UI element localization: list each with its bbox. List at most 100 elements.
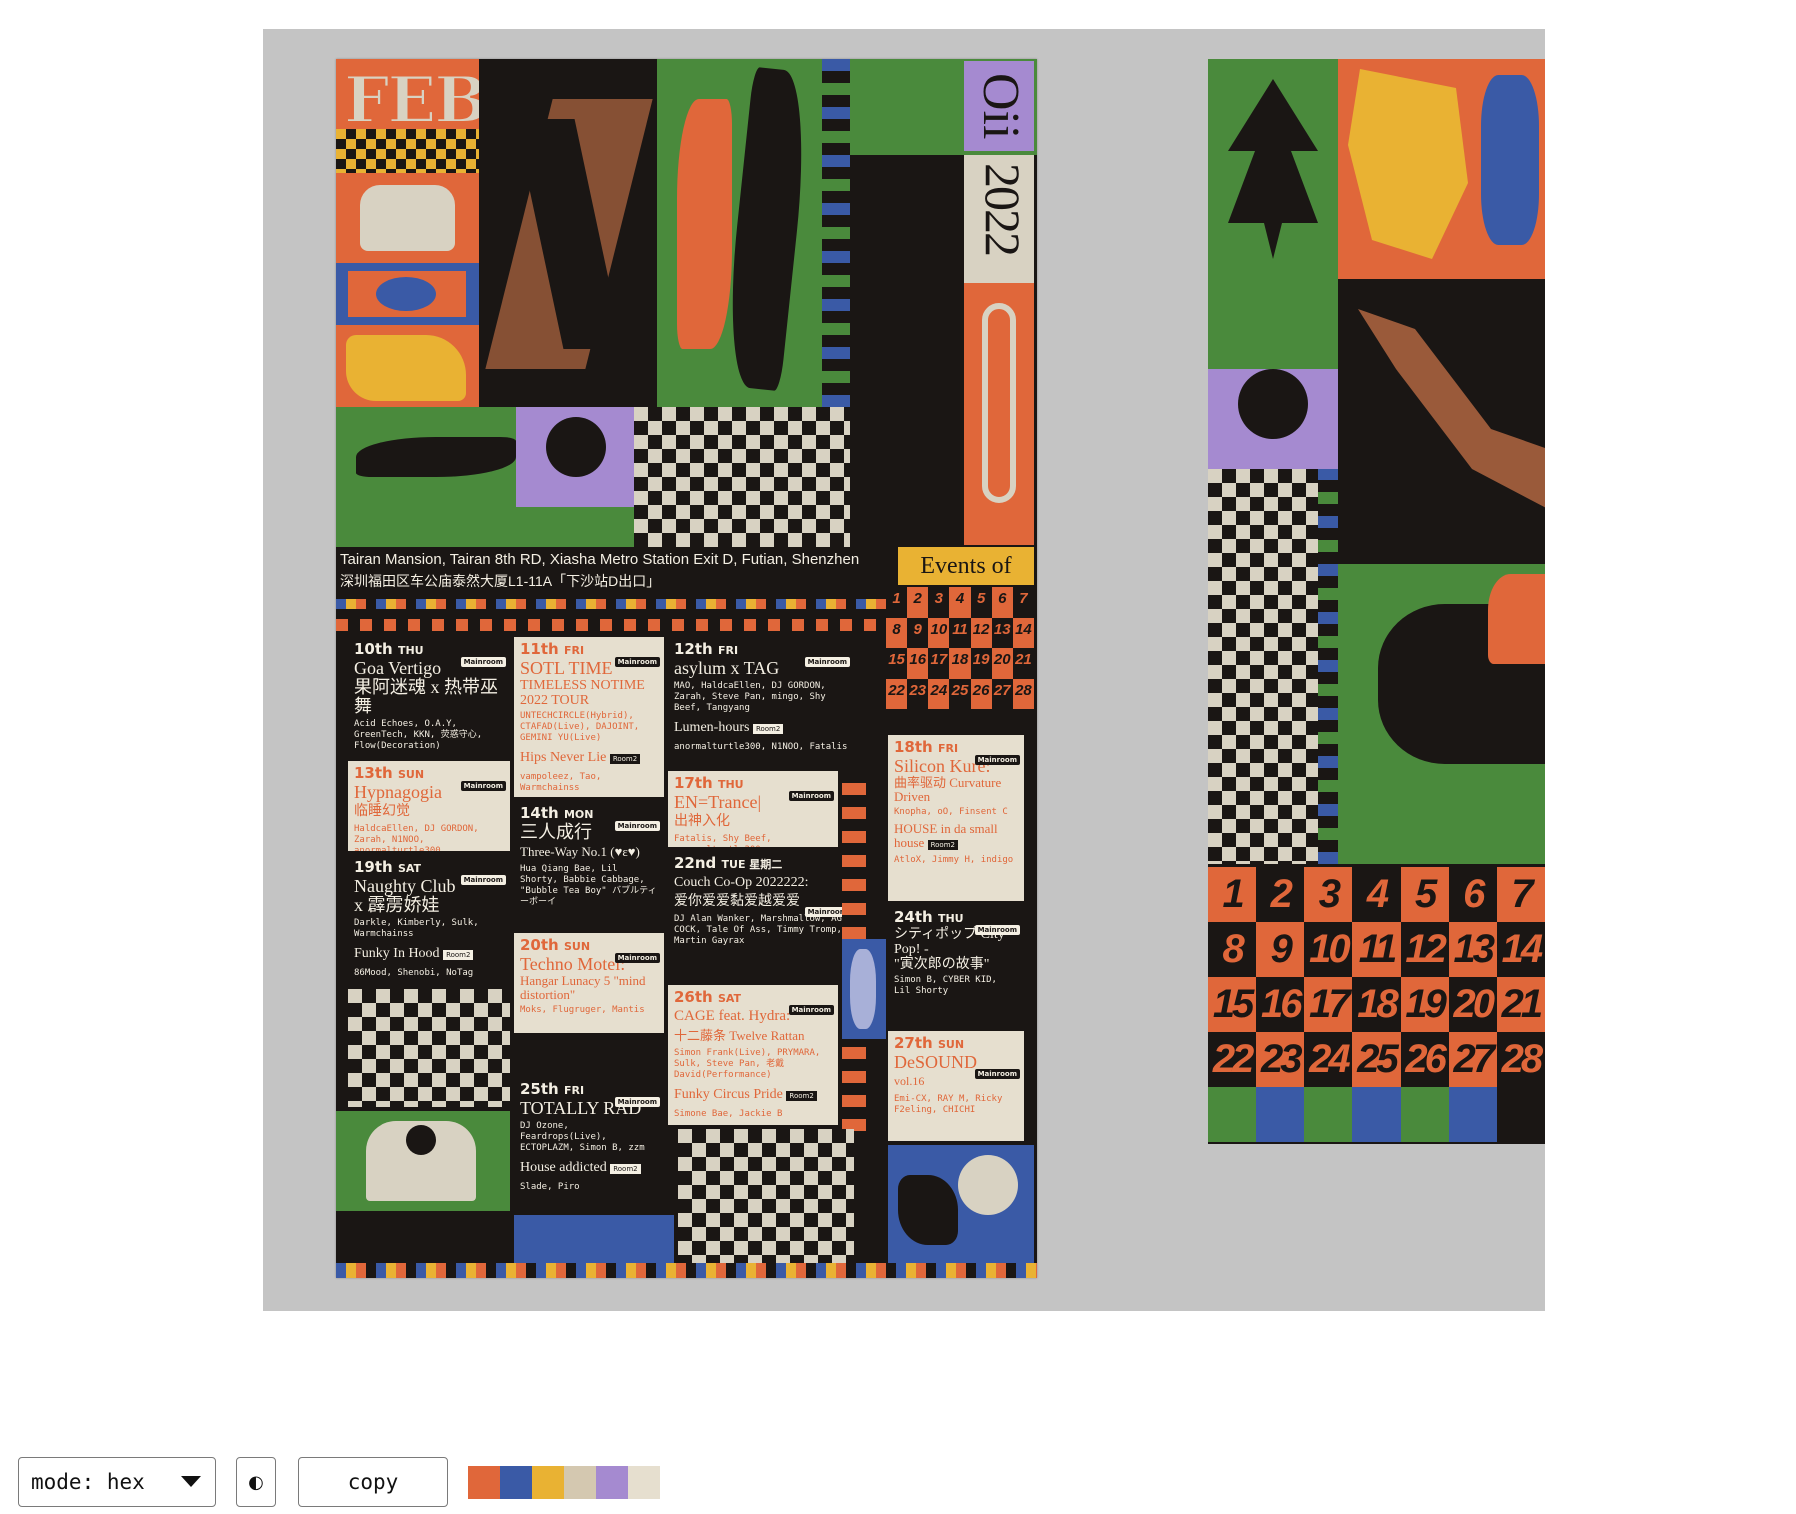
calendar-day: 6 bbox=[998, 590, 1007, 607]
vertical-stripe bbox=[822, 59, 850, 407]
calendar-day: 24 bbox=[1304, 1032, 1353, 1087]
event-poster-main[interactable]: FEB. Oii 2022 bbox=[336, 59, 1037, 1278]
calendar-day: 14 bbox=[1015, 620, 1032, 638]
event-card-13th[interactable]: 13th SUN Mainroom Hypnagogia 临睡幻觉 Haldca… bbox=[348, 761, 510, 851]
event-card-27th[interactable]: 27th SUN Mainroom DeSOUND vol.16 Emi-CX,… bbox=[888, 1031, 1024, 1141]
calendar-day: 23 bbox=[907, 678, 929, 709]
calendar-day: 25 bbox=[1352, 1032, 1401, 1087]
calendar-day: 26 bbox=[972, 681, 990, 699]
calendar-day: 21 bbox=[1496, 977, 1545, 1032]
event-card-22nd[interactable]: 22nd TUE 星期二 Mainroom Couch Co-Op 202222… bbox=[668, 851, 854, 981]
brand-badge: Oii bbox=[964, 61, 1034, 151]
event-poster-detail[interactable]: 1 2 3 4 5 6 7 8 9 10 11 12 13 14 15 16 17 18 19 20 21 22 23 24 2… bbox=[1208, 59, 1545, 1144]
calendar-filler bbox=[1352, 1087, 1401, 1142]
large-calendar: 1 2 3 4 5 6 7 8 9 10 11 12 13 14 15 16 17 18 19 20 21 22 23 24 2… bbox=[1208, 867, 1545, 1144]
calendar-day: 26 bbox=[1400, 1032, 1449, 1087]
calendar-day: 21 bbox=[1012, 648, 1034, 679]
palette-swatch[interactable] bbox=[500, 1465, 532, 1499]
chevron-down-icon bbox=[181, 1476, 201, 1487]
calendar-day: 2 bbox=[913, 590, 922, 607]
calendar-day: 4 bbox=[1352, 867, 1401, 922]
venue-address: Tairan Mansion, Tairan 8th RD, Xiasha Me… bbox=[340, 551, 900, 599]
copy-button[interactable]: copy bbox=[298, 1457, 448, 1507]
mode-select-label: mode: hex bbox=[31, 1470, 145, 1494]
calendar-day: 25 bbox=[949, 678, 971, 709]
calendar-day: 3 bbox=[1304, 867, 1353, 922]
events-title: Events of Feb. bbox=[898, 547, 1034, 617]
contrast-icon: ◐ bbox=[248, 1471, 264, 1493]
flower-graphic bbox=[336, 263, 479, 325]
calendar-day: 11 bbox=[1352, 922, 1401, 977]
calendar-day: 6 bbox=[1448, 867, 1497, 922]
calendar-day: 20 bbox=[1448, 977, 1497, 1032]
pixel-x-graphic bbox=[479, 59, 657, 407]
event-card-19th[interactable]: 19th SAT Mainroom Naughty Club x 霹雳娇娃 Da… bbox=[348, 855, 510, 985]
calendar-day: 5 bbox=[970, 587, 992, 618]
calendar-day: 28 bbox=[1015, 681, 1032, 699]
checker-block-3 bbox=[678, 1129, 854, 1263]
green-leaf-graphic bbox=[657, 59, 822, 407]
yellow-shape bbox=[336, 325, 479, 407]
calendar-day: 23 bbox=[1256, 1032, 1305, 1087]
calendar-filler bbox=[1400, 1087, 1449, 1142]
calendar-day: 1 bbox=[1208, 867, 1257, 922]
event-card-20th[interactable]: 20th SUN Mainroom Techno Motel: Hangar L… bbox=[514, 933, 664, 1033]
event-card-14th[interactable]: 14th MON Mainroom 三人成行 Three-Way No.1 (♥… bbox=[514, 801, 664, 929]
green-leaf-graphic-2 bbox=[1208, 59, 1338, 279]
calendar-filler bbox=[1448, 1087, 1497, 1142]
event-card-26th[interactable]: 26th SAT Mainroom CAGE feat. Hydra: 十二藤条… bbox=[668, 985, 838, 1125]
calendar-day: 8 bbox=[1208, 922, 1257, 977]
palette-swatch[interactable] bbox=[596, 1465, 628, 1499]
calendar-filler bbox=[1304, 1087, 1353, 1142]
address-en: Tairan Mansion, Tairan 8th RD, Xiasha Me… bbox=[340, 551, 860, 568]
calendar-day: 27 bbox=[991, 678, 1013, 709]
calendar-day: 20 bbox=[993, 651, 1011, 668]
calendar-day: 22 bbox=[888, 681, 905, 699]
event-card-11th[interactable]: 11th FRI Mainroom SOTL TIME TIMELESS NOT… bbox=[514, 637, 664, 797]
color-toolbar: mode: hex ◐ copy bbox=[18, 1457, 660, 1507]
vase-graphic-2 bbox=[336, 1111, 510, 1211]
blue-flower-shape bbox=[1475, 59, 1545, 279]
contrast-toggle-button[interactable]: ◐ bbox=[236, 1457, 276, 1507]
checker-column bbox=[1208, 469, 1318, 864]
calendar-day: 19 bbox=[970, 648, 992, 679]
dark-column bbox=[850, 155, 964, 545]
calendar-filler bbox=[1208, 1087, 1257, 1142]
preview-canvas: FEB. Oii 2022 bbox=[263, 29, 1545, 1311]
bottom-strip bbox=[336, 1263, 1037, 1278]
calendar-day: 22 bbox=[1208, 1032, 1257, 1087]
event-card-24th[interactable]: 24th THU Mainroom シティポップ City Pop! - "寅次… bbox=[888, 905, 1024, 1023]
month-title: FEB. bbox=[343, 62, 479, 129]
event-card-18th[interactable]: 18th FRI Mainroom Silicon Kure: 曲率驱动 Cur… bbox=[888, 735, 1024, 901]
palette-swatch[interactable] bbox=[628, 1465, 660, 1499]
mode-select[interactable]: mode: hex bbox=[18, 1457, 216, 1507]
palette-swatches bbox=[468, 1465, 660, 1499]
color-strip-2 bbox=[336, 619, 886, 631]
color-strip bbox=[336, 599, 886, 609]
event-card-17th[interactable]: 17th THU Mainroom EN=Trance| 出神入化 Fatali… bbox=[668, 771, 838, 847]
calendar-day: 12 bbox=[1400, 922, 1449, 977]
event-card-12th[interactable]: 12th FRI Mainroom asylum x TAG MAO, Hald… bbox=[668, 637, 854, 767]
palette-swatch[interactable] bbox=[564, 1465, 596, 1499]
calendar-day: 28 bbox=[1496, 1032, 1545, 1087]
address-cn: 深圳福田区车公庙泰然大厦L1-11A「下沙站D出口」 bbox=[340, 573, 661, 589]
calendar-day: 14 bbox=[1496, 922, 1545, 977]
calendar-day: 4 bbox=[955, 590, 965, 607]
palette-swatch[interactable] bbox=[532, 1465, 564, 1499]
calendar-day: 7 bbox=[1012, 587, 1034, 618]
calendar-day: 11 bbox=[949, 617, 971, 648]
palette-swatch[interactable] bbox=[468, 1465, 500, 1499]
year-text: 2022 bbox=[975, 163, 1031, 255]
blue-shape bbox=[842, 939, 886, 1039]
calendar-day: 2 bbox=[1256, 867, 1305, 922]
checker-block-2 bbox=[348, 989, 510, 1107]
green-leaf-row bbox=[336, 407, 634, 547]
calendar-filler bbox=[1256, 1087, 1305, 1142]
calendar-day: 16 bbox=[909, 651, 927, 668]
calendar-day: 8 bbox=[892, 620, 901, 638]
calendar-day: 10 bbox=[930, 620, 948, 638]
event-card-25th[interactable]: 25th FRI Mainroom TOTALLY RAD DJ Ozone, … bbox=[514, 1077, 664, 1213]
calendar-day: 13 bbox=[991, 617, 1013, 648]
event-card-10th[interactable]: 10th THU Mainroom Goa Vertigo 果阿迷魂 x 热带巫… bbox=[348, 637, 510, 757]
calendar-day: 12 bbox=[972, 620, 990, 638]
